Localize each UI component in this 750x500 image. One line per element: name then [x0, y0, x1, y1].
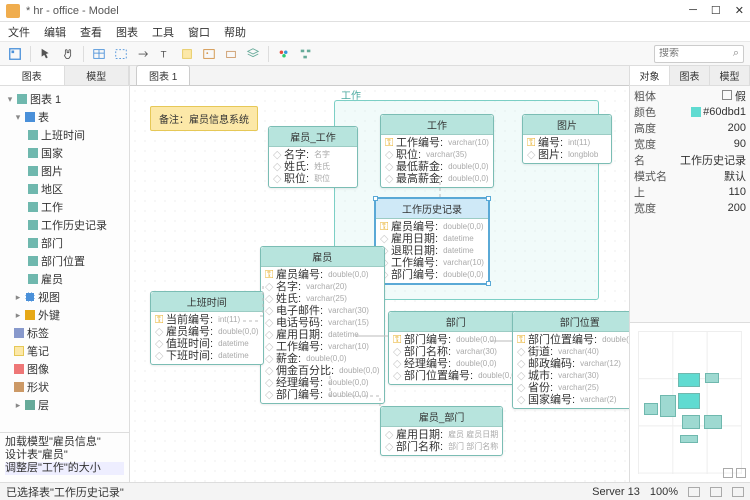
entity-emp-dept[interactable]: 雇员_部门◇雇用日期:雇员 雇员日期◇部门名称:部门 部门名称 — [380, 406, 503, 456]
menubar: 文件 编辑 查看 图表 工具 窗口 帮助 — [0, 22, 750, 42]
canvas-area: 图表 1 备注：雇员信息系统 工作 雇员_工作◇名字:名字◇姓氏:姓氏◇职位:职… — [130, 66, 629, 482]
statusbar: 已选择表"工作历史记录" Server 13 100% — [0, 482, 750, 500]
right-tab-model[interactable]: 模型 — [710, 66, 750, 85]
right-panel: 对象 图表 模型 粗体假 颜色#60dbd1 高度200 宽度90 名工作历史记… — [629, 66, 750, 482]
status-server: Server 13 — [592, 486, 640, 498]
menu-file[interactable]: 文件 — [8, 24, 30, 40]
left-tab-model[interactable]: 模型 — [65, 66, 130, 85]
menu-help[interactable]: 帮助 — [224, 24, 246, 40]
color-icon[interactable] — [275, 45, 293, 63]
maximize-button[interactable]: ☐ — [711, 4, 721, 17]
minimize-button[interactable]: ─ — [689, 4, 697, 17]
minimap[interactable] — [630, 322, 750, 482]
menu-tools[interactable]: 工具 — [152, 24, 174, 40]
layer-folder-icon — [25, 400, 35, 410]
tree-item[interactable]: 地区 — [2, 180, 127, 198]
diagram-icon — [17, 94, 27, 104]
svg-text:T: T — [161, 49, 167, 60]
app-icon — [6, 4, 20, 18]
canvas[interactable]: 备注：雇员信息系统 工作 雇员_工作◇名字:名字◇姓氏:姓氏◇职位:职位 工作⚿… — [130, 86, 629, 482]
tree-item[interactable]: 图片 — [2, 162, 127, 180]
layout-toggle-3[interactable] — [732, 487, 744, 497]
shape-icon[interactable] — [222, 45, 240, 63]
tree-item[interactable]: 部门位置 — [2, 252, 127, 270]
image-folder-icon — [14, 364, 24, 374]
status-zoom[interactable]: 100% — [650, 486, 678, 498]
note-box[interactable]: 备注：雇员信息系统 — [150, 106, 258, 131]
autolayout-icon[interactable] — [297, 45, 315, 63]
left-tab-diagram[interactable]: 图表 — [0, 66, 65, 85]
layout-toggle-2[interactable] — [710, 487, 722, 497]
model-icon[interactable] — [6, 45, 24, 63]
tree-item[interactable]: 工作历史记录 — [2, 216, 127, 234]
bold-checkbox[interactable] — [722, 90, 732, 100]
window-title: * hr - office - Model — [26, 5, 689, 17]
tree-item[interactable]: 部门 — [2, 234, 127, 252]
note-icon[interactable] — [178, 45, 196, 63]
titlebar: * hr - office - Model ─ ☐ ✕ — [0, 0, 750, 22]
folder-icon — [25, 112, 35, 122]
search-box[interactable]: ⌕ — [654, 45, 744, 63]
mini-left-icon[interactable] — [723, 468, 733, 478]
canvas-tab-1[interactable]: 图表 1 — [136, 65, 190, 85]
status-selection: 已选择表"工作历史记录" — [6, 484, 124, 500]
tree-item[interactable]: 国家 — [2, 144, 127, 162]
right-tab-diagram[interactable]: 图表 — [670, 66, 710, 85]
entity-pic[interactable]: 图片⚿编号:int(11)◇图片:longblob — [522, 114, 612, 164]
close-button[interactable]: ✕ — [735, 4, 744, 17]
layer-icon[interactable] — [244, 45, 262, 63]
tree[interactable]: ▾图表 1 ▾表 上班时间国家图片地区工作工作历史记录部门部门位置雇员 ▸视图 … — [0, 86, 129, 432]
window-controls: ─ ☐ ✕ — [689, 4, 744, 17]
table-icon[interactable] — [90, 45, 108, 63]
view-icon[interactable] — [112, 45, 130, 63]
entity-dept[interactable]: 部门⚿部门编号:double(0,0)◇部门名称:varchar(30)◇经理编… — [388, 311, 524, 385]
layout-toggle-1[interactable] — [688, 487, 700, 497]
tree-item[interactable]: 雇员 — [2, 270, 127, 288]
note-folder-icon — [14, 346, 24, 356]
search-icon[interactable]: ⌕ — [733, 47, 739, 60]
mini-right-icon[interactable] — [736, 468, 746, 478]
image-icon[interactable] — [200, 45, 218, 63]
entity-loc[interactable]: 部门位置⚿部门位置编号:double(0,0)◇街道:varchar(40)◇邮… — [512, 311, 629, 409]
properties: 粗体假 颜色#60dbd1 高度200 宽度90 名工作历史记录 模式名默认 上… — [630, 86, 750, 218]
entity-employee[interactable]: 雇员⚿雇员编号:double(0,0)◇名字:varchar(20)◇姓氏:va… — [260, 246, 385, 404]
canvas-tabs: 图表 1 — [130, 66, 629, 86]
pointer-icon[interactable] — [37, 45, 55, 63]
hand-icon[interactable] — [59, 45, 77, 63]
left-panel: 图表 模型 ▾图表 1 ▾表 上班时间国家图片地区工作工作历史记录部门部门位置雇… — [0, 66, 130, 482]
menu-window[interactable]: 窗口 — [188, 24, 210, 40]
fk-folder-icon — [25, 310, 35, 320]
message-log: 加载模型"雇员信息" 设计表"雇员" 调整层"工作"的大小 — [0, 432, 129, 482]
entity-time[interactable]: 上班时间⚿当前编号:int(11)◇雇员编号:double(0,0)◇值班时间:… — [150, 291, 264, 365]
search-input[interactable] — [659, 48, 733, 59]
right-tab-object[interactable]: 对象 — [630, 66, 670, 85]
color-swatch[interactable] — [691, 107, 701, 117]
tag-icon — [14, 328, 24, 338]
view-folder-icon — [25, 292, 35, 302]
entity-work[interactable]: 工作⚿工作编号:varchar(10)◇职位:varchar(35)◇最低薪金:… — [380, 114, 494, 188]
menu-edit[interactable]: 编辑 — [44, 24, 66, 40]
tree-item[interactable]: 上班时间 — [2, 126, 127, 144]
tree-item[interactable]: 工作 — [2, 198, 127, 216]
text-icon[interactable]: T — [156, 45, 174, 63]
menu-view[interactable]: 查看 — [80, 24, 102, 40]
entity-emp-work[interactable]: 雇员_工作◇名字:名字◇姓氏:姓氏◇职位:职位 — [268, 126, 358, 188]
toolbar: T ⌕ — [0, 42, 750, 66]
fk-icon[interactable] — [134, 45, 152, 63]
menu-diagram[interactable]: 图表 — [116, 24, 138, 40]
entity-history[interactable]: 工作历史记录⚿雇员编号:double(0,0)◇雇用日期:datetime◇退职… — [375, 198, 489, 284]
shape-folder-icon — [14, 382, 24, 392]
